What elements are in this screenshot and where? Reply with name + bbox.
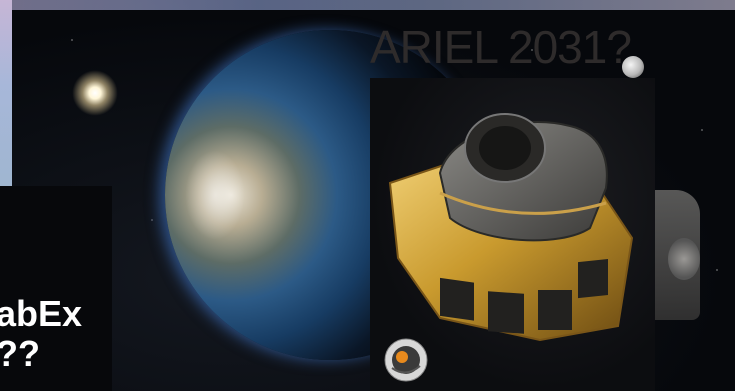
planet-cloud-patch: [185, 150, 245, 240]
background-left-panel: [0, 0, 12, 190]
left-cut-off-text: abEx ??: [0, 293, 83, 375]
solar-panel: [488, 291, 524, 334]
solar-panel: [538, 290, 572, 330]
ariel-logo-icon: [384, 338, 428, 382]
solar-panel: [578, 258, 608, 299]
sun-glare: [72, 70, 118, 116]
solar-panel: [440, 277, 474, 321]
telescope-mirror-opening: [479, 126, 531, 170]
slide-title: ARIEL 2031?: [370, 21, 632, 73]
left-text-line-2: ??: [0, 333, 40, 375]
slide-canvas: abEx ?? ARIEL 2031?: [0, 0, 735, 391]
left-text-line-1: abEx: [0, 293, 83, 334]
background-spacecraft-dish: [668, 238, 700, 280]
logo-badge: [384, 338, 428, 382]
